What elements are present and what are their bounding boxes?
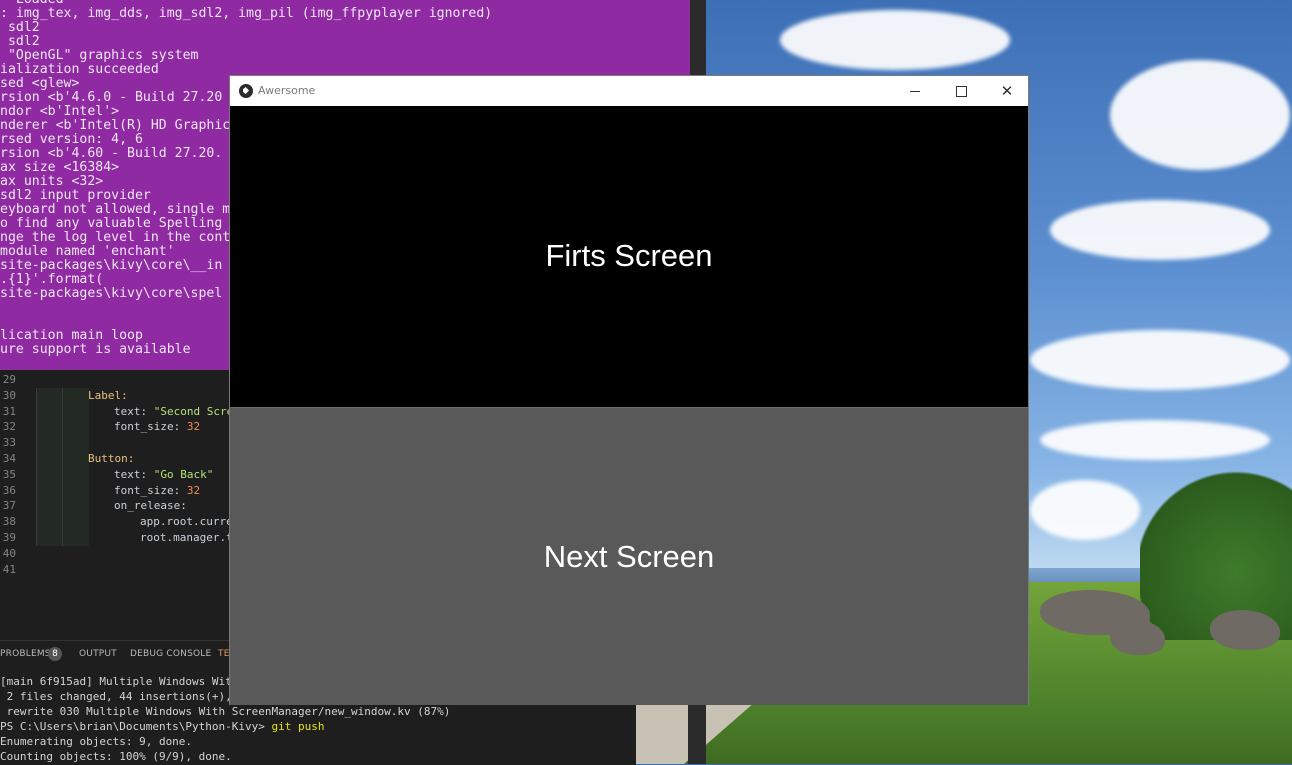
- tab-problems[interactable]: PROBLEMS: [0, 649, 51, 659]
- line-number: 31: [2, 404, 16, 418]
- line-number: 33: [2, 436, 16, 450]
- terminal-line: Enumerating objects: 9, done.: [0, 735, 193, 748]
- minimize-button[interactable]: [892, 76, 938, 106]
- indent-guide: [36, 451, 63, 467]
- bush: [1140, 470, 1292, 640]
- close-button[interactable]: ✕: [984, 76, 1030, 106]
- problems-count-badge: 8: [48, 647, 62, 661]
- code-text: font_size: 32: [114, 483, 201, 497]
- terminal-prompt: PS C:\Users\brian\Documents\Python-Kivy>: [0, 720, 272, 733]
- code-text: Label:: [88, 388, 128, 402]
- kivy-app-window[interactable]: Awersome ✕ Firts Screen Next Screen: [229, 75, 1029, 705]
- tab-debug-console[interactable]: DEBUG CONSOLE: [130, 649, 211, 659]
- line-number: 30: [2, 388, 16, 402]
- indent-guide: [62, 514, 89, 531]
- terminal-line: Counting objects: 100% (9/9), done.: [0, 750, 232, 763]
- line-number: 34: [2, 452, 16, 465]
- minimize-icon: [910, 90, 920, 92]
- rock: [1110, 620, 1165, 655]
- line-number: 39: [2, 531, 16, 544]
- indent-guide: [36, 530, 63, 546]
- next-screen-button-label: Next Screen: [543, 538, 715, 574]
- line-number: 38: [2, 515, 16, 529]
- indent-guide: [36, 514, 63, 531]
- indent-guide: [62, 403, 89, 420]
- indent-guide: [36, 482, 63, 499]
- indent-guide: [36, 498, 63, 515]
- rock: [1210, 610, 1280, 650]
- code-text: text: "Go Back": [114, 467, 214, 481]
- tab-output[interactable]: OUTPUT: [79, 649, 117, 659]
- code-text: app.root.curre: [140, 515, 233, 529]
- indent-guide: [62, 435, 89, 452]
- code-text: Button:: [88, 452, 135, 465]
- window-titlebar[interactable]: Awersome ✕: [230, 76, 1028, 106]
- cloud: [1050, 200, 1270, 260]
- line-number: 35: [2, 467, 16, 481]
- indent-guide: [62, 419, 89, 436]
- terminal-command: git push: [271, 720, 325, 733]
- indent-guide: [62, 498, 89, 515]
- line-number: 36: [2, 483, 16, 497]
- kivy-app-icon: [239, 84, 253, 98]
- line-number: 41: [2, 562, 16, 576]
- line-number: 29: [2, 373, 16, 386]
- line-number: 32: [2, 420, 16, 434]
- terminal-prompt-line[interactable]: PS C:\Users\brian\Documents\Python-Kivy>…: [0, 719, 325, 734]
- screen-label-area: Firts Screen: [230, 106, 1028, 406]
- indent-guide: [62, 530, 89, 546]
- line-number: 37: [2, 499, 16, 513]
- cloud: [780, 10, 1010, 70]
- code-text: on_release:: [114, 499, 187, 513]
- maximize-button[interactable]: [938, 76, 984, 106]
- terminal-line: [main 6f915ad] Multiple Windows With Sc: [0, 675, 259, 688]
- indent-guide: [62, 451, 89, 467]
- maximize-icon: [955, 85, 967, 97]
- cloud: [1040, 420, 1270, 460]
- cloud: [1110, 60, 1290, 170]
- indent-guide: [62, 387, 89, 404]
- indent-guide: [36, 435, 63, 452]
- code-text: root.manager.t: [140, 531, 233, 544]
- code-text: font_size: 32: [114, 420, 201, 434]
- indent-guide: [62, 482, 89, 499]
- indent-guide: [36, 419, 63, 436]
- window-title: Awersome: [258, 84, 316, 97]
- indent-guide: [36, 466, 63, 483]
- line-number: 40: [2, 546, 16, 560]
- screen-title-label: Firts Screen: [545, 238, 713, 273]
- indent-guide: [36, 403, 63, 420]
- next-screen-button[interactable]: Next Screen: [230, 407, 1028, 705]
- terminal-line: rewrite 030 Multiple Windows With Screen…: [0, 705, 451, 718]
- close-icon: ✕: [1000, 81, 1014, 100]
- cloud: [1030, 330, 1290, 390]
- cloud: [1030, 480, 1140, 540]
- indent-guide: [36, 387, 63, 404]
- indent-guide: [62, 466, 89, 483]
- code-text: text: "Second Scre: [114, 404, 234, 418]
- tab-terminal[interactable]: TE: [218, 649, 230, 659]
- terminal-line: 2 files changed, 44 insertions(+), 17: [0, 690, 252, 703]
